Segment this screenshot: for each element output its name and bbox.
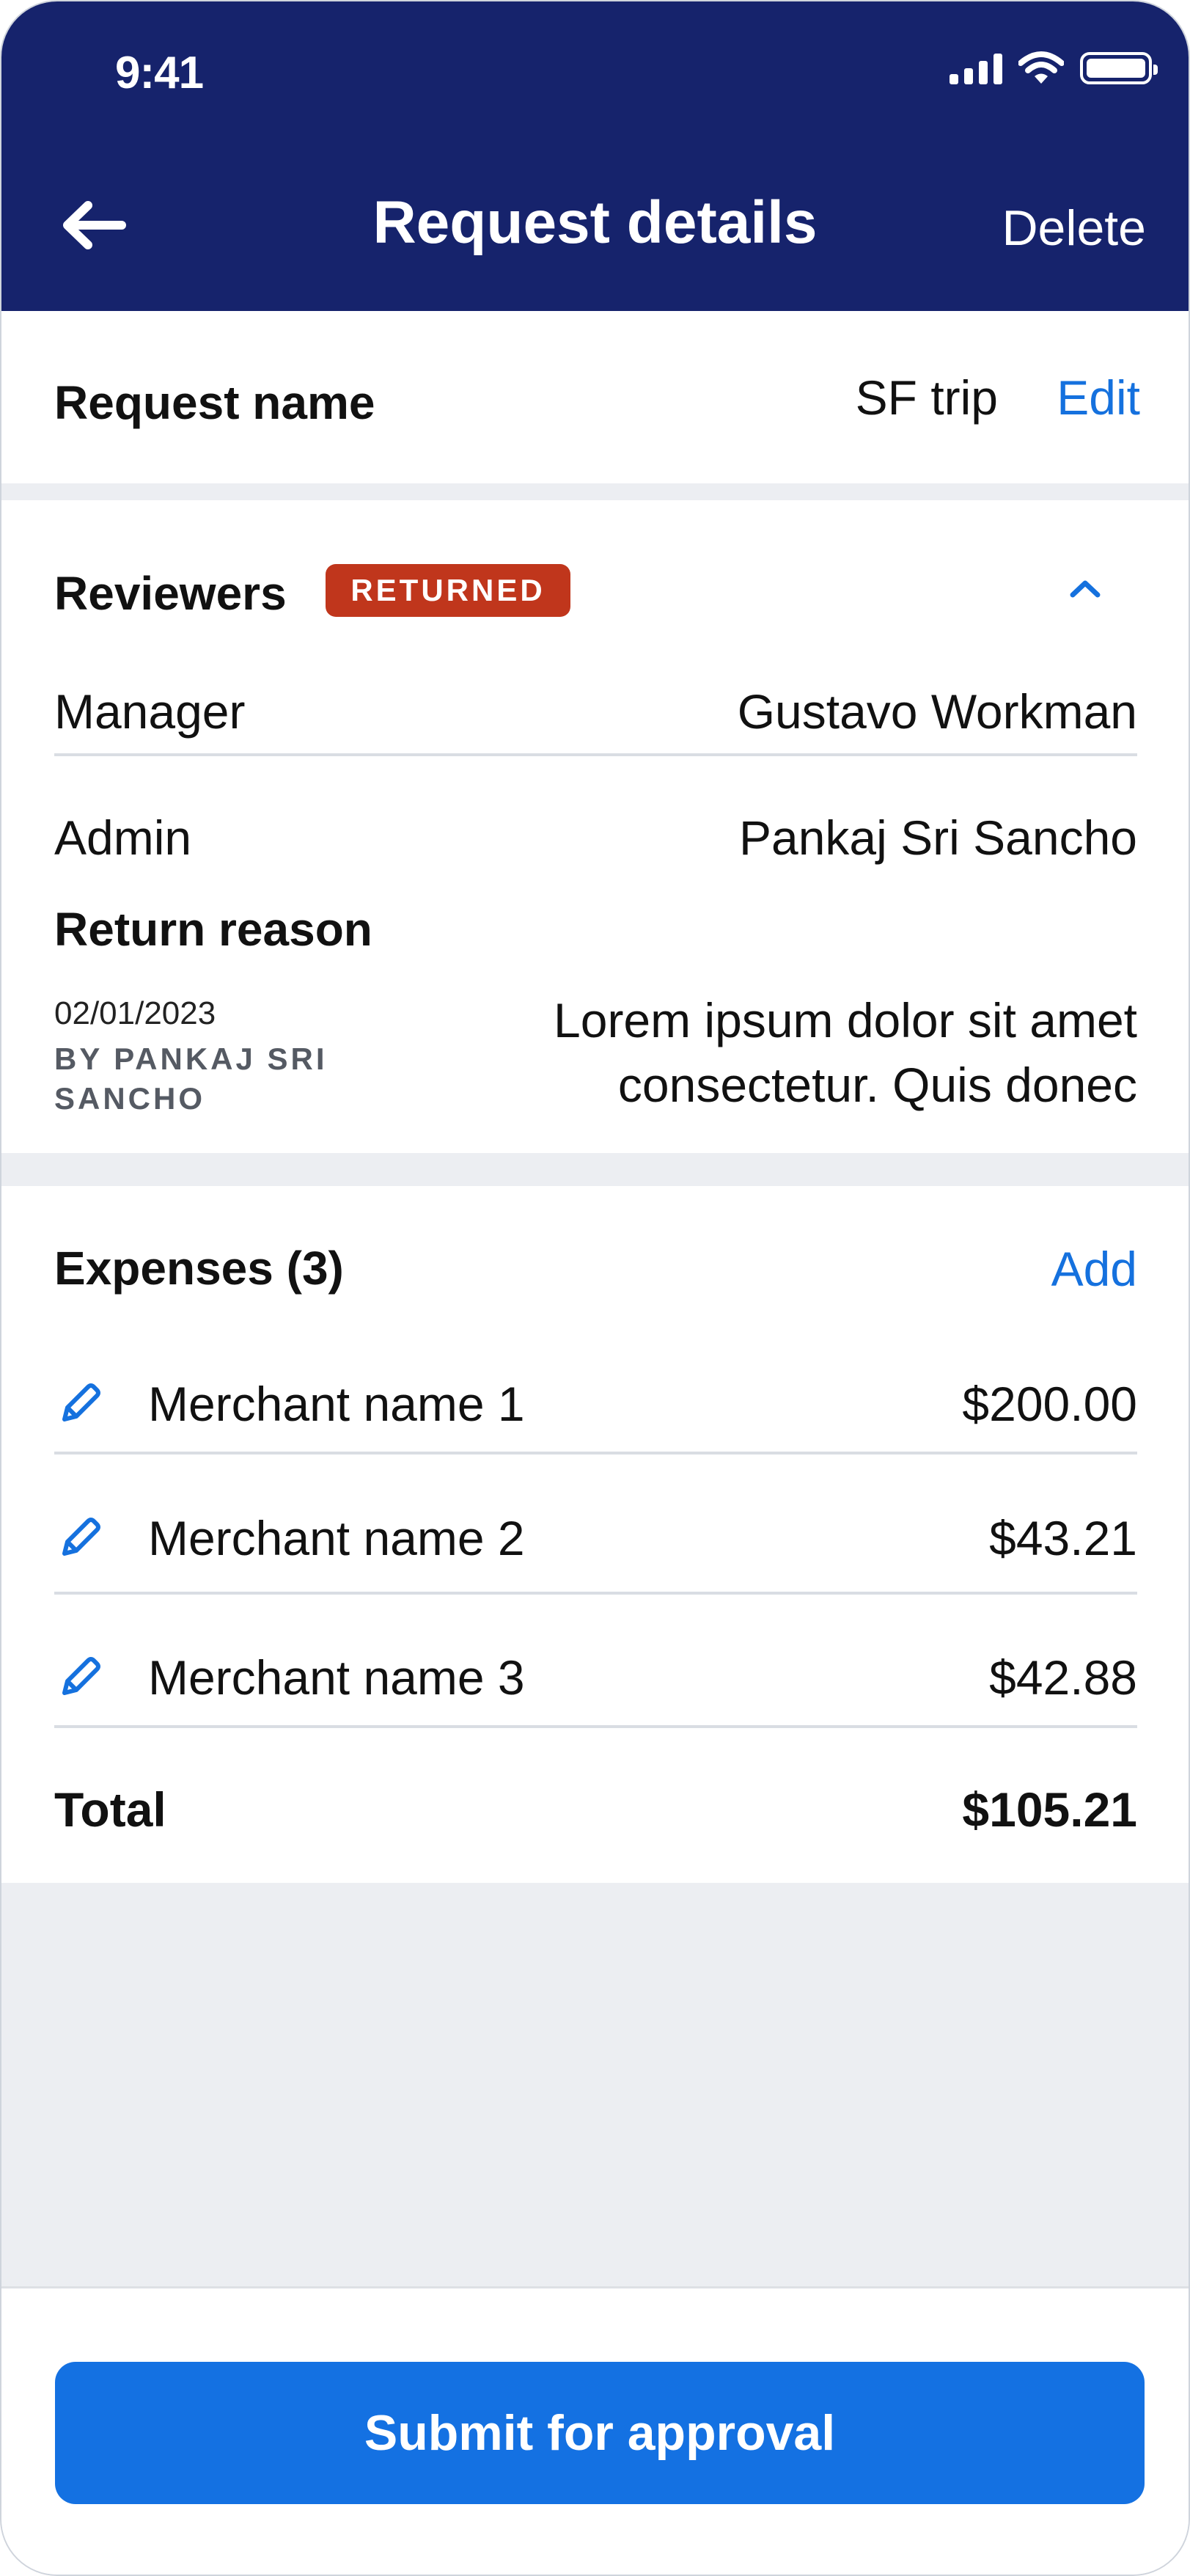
return-reason-author: BY PANKAJ SRI SANCHO [54,1042,328,1116]
request-name-label: Request name [54,376,375,429]
expenses-section: Expenses (3) Add Merchant name 1 $200.00… [1,1186,1189,1883]
signal-icon [950,52,1002,84]
status-badge: RETURNED [326,564,570,617]
reviewer-name: Gustavo Workman [737,684,1137,739]
pencil-icon[interactable] [54,1378,106,1430]
expense-amount: $43.21 [989,1511,1137,1565]
reviewers-title: Reviewers [54,567,287,620]
expense-row[interactable]: Merchant name 3 $42.88 [54,1648,1137,1707]
divider [54,1452,1137,1455]
divider [54,753,1137,756]
wifi-icon [1018,51,1064,84]
total-label: Total [54,1782,166,1837]
battery-icon [1080,52,1158,84]
expense-amount: $42.88 [989,1650,1137,1705]
submit-for-approval-button[interactable]: Submit for approval [55,2362,1145,2504]
merchant-name: Merchant name 3 [148,1650,525,1705]
expenses-title: Expenses (3) [54,1242,344,1295]
reviewer-role: Manager [54,684,246,739]
merchant-name: Merchant name 2 [148,1511,525,1565]
reviewer-name: Pankaj Sri Sancho [739,811,1137,865]
divider [54,1725,1137,1728]
status-time: 9:41 [115,48,204,98]
request-name-value: SF trip [855,370,998,425]
add-expense-button[interactable]: Add [1051,1241,1137,1297]
reviewers-section: Reviewers RETURNED Manager Gustavo Workm… [1,500,1189,1153]
return-reason-date: 02/01/2023 [54,995,216,1031]
expense-row[interactable]: Merchant name 1 $200.00 [54,1375,1137,1433]
pencil-icon[interactable] [54,1652,106,1703]
request-name-row: Request name SF trip Edit [1,311,1189,483]
merchant-name: Merchant name 1 [148,1377,525,1431]
expense-amount: $200.00 [962,1377,1137,1431]
reviewer-row-manager: Manager Gustavo Workman [54,684,1137,739]
total-row: Total $105.21 [54,1782,1137,1837]
divider [54,1592,1137,1595]
section-divider [1,483,1189,500]
bottom-action-bar: Submit for approval [1,2286,1189,2575]
edit-button[interactable]: Edit [1057,370,1140,425]
pencil-icon[interactable] [54,1512,106,1564]
reviewer-role: Admin [54,811,192,865]
empty-area [1,1883,1189,2286]
delete-button[interactable]: Delete [1002,200,1146,257]
reviewer-row-admin: Admin Pankaj Sri Sancho [54,810,1137,866]
section-divider [1,1153,1189,1186]
top-app-bar: 9:41 Request details Delete [1,1,1189,311]
return-reason-text: Lorem ipsum dolor sit amet consectetur. … [554,993,1137,1112]
status-icons [950,51,1158,85]
expense-row[interactable]: Merchant name 2 $43.21 [54,1509,1137,1567]
total-value: $105.21 [962,1782,1137,1837]
chevron-up-icon[interactable] [1068,577,1102,599]
return-reason-label: Return reason [54,903,372,956]
phone-screen: 9:41 Request details Delete Request name… [0,0,1190,2576]
